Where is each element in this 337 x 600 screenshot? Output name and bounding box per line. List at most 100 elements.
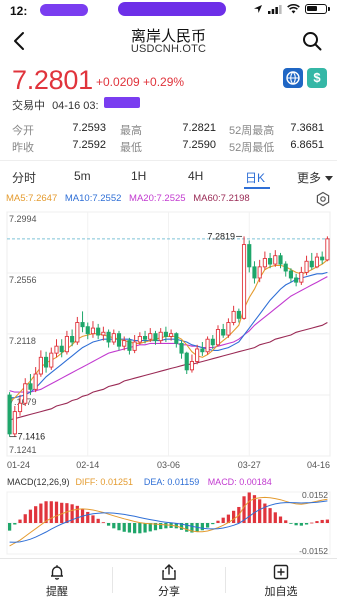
tab-1h[interactable]: 1H <box>131 169 146 183</box>
macd-bar <box>200 523 204 531</box>
candle-body <box>163 331 168 337</box>
kline-chart[interactable]: 7.2994 7.2556 7.2118 7.1679 7.1241 01-24 02-14… <box>0 204 337 556</box>
status-time: 12: <box>10 4 28 18</box>
macd-bar <box>112 523 116 529</box>
redaction-mark <box>118 2 226 16</box>
candle-body <box>90 327 96 335</box>
macd-bar <box>44 501 48 523</box>
search-icon[interactable] <box>301 30 323 52</box>
tab-4h[interactable]: 4H <box>188 169 203 183</box>
candle-body <box>268 258 273 265</box>
macd-bar <box>232 510 236 523</box>
tab-5m[interactable]: 5m <box>74 169 91 183</box>
trade-status: 交易中 04-16 03: <box>12 97 99 113</box>
stat-high-value: 7.2821 <box>182 122 216 134</box>
top-nav: 离岸人民币 USDCNH.OTC <box>0 22 337 62</box>
stat-prev-close-value: 7.2592 <box>72 139 106 151</box>
globe-icon[interactable] <box>283 68 303 88</box>
candle-body <box>273 255 278 265</box>
candle-body <box>205 338 210 353</box>
ma10-value: MA10:7.2552 <box>64 193 122 204</box>
macd-bar <box>273 512 277 523</box>
candle-body <box>262 258 267 268</box>
candle-body <box>54 345 59 354</box>
candle-body <box>304 260 309 273</box>
share-icon <box>162 564 176 580</box>
kline-chart-svg: 7.29947.25567.21187.16797.124101-24 02-14… <box>6 211 331 556</box>
candle-body <box>33 373 38 390</box>
symbol-code: USDCNH.OTC <box>130 43 207 55</box>
bottom-action-bar: 提醒 分享 加自选 <box>0 558 337 600</box>
candle-body <box>44 356 49 368</box>
candle-body <box>153 333 158 342</box>
macd-bar <box>221 517 225 523</box>
share-label: 分享 <box>158 586 180 598</box>
candle-body <box>189 361 195 371</box>
low-annotation: 7.1416 <box>18 432 46 442</box>
candle-body <box>142 335 148 340</box>
macd-diff-value: DIFF: 0.01251 <box>75 477 133 487</box>
tab-intraday[interactable]: 分时 <box>12 169 36 186</box>
bell-icon <box>51 565 63 580</box>
candle-body <box>257 266 262 279</box>
candle-body <box>148 333 153 340</box>
candle-body <box>299 271 304 283</box>
trade-status-label: 交易中 <box>12 100 45 112</box>
candle-body <box>169 333 174 337</box>
candle-body <box>241 244 247 319</box>
candle-body <box>127 340 132 351</box>
macd-bar <box>325 519 330 523</box>
candle-body <box>294 277 299 283</box>
add-watchlist-label: 加自选 <box>264 586 298 598</box>
stat-high-label: 最高 <box>120 125 142 137</box>
macd-bar <box>216 520 220 523</box>
tab-more[interactable]: 更多 <box>297 169 334 186</box>
candle-body <box>158 331 163 342</box>
candle-body <box>17 402 23 413</box>
redaction-mark <box>104 97 140 108</box>
macd-bar <box>91 515 95 523</box>
caret-down-icon <box>325 175 334 181</box>
location-arrow-icon <box>254 5 262 13</box>
candle-body <box>101 331 106 336</box>
macd-bar <box>294 523 298 526</box>
macd-bar <box>310 522 314 524</box>
candle-body <box>231 310 236 323</box>
macd-bar <box>299 523 303 526</box>
candle-body <box>7 394 12 435</box>
wifi-icon <box>287 4 300 14</box>
candle-body <box>174 333 179 344</box>
candle-body <box>23 383 28 404</box>
signal-icon <box>268 5 282 14</box>
candle-body <box>70 335 75 343</box>
candle-body <box>85 326 90 335</box>
macd-bar <box>7 523 12 531</box>
macd-bar <box>143 523 147 533</box>
dollar-icon[interactable]: $ <box>307 68 327 88</box>
macd-bar <box>133 523 137 534</box>
ma-legend: MA5:7.2647 MA10:7.2552 MA20:7.2525 MA60:… <box>6 193 255 204</box>
macd-bar <box>96 518 100 523</box>
macd-bar <box>34 506 38 523</box>
candle-body <box>236 310 241 319</box>
remind-button[interactable]: 提醒 <box>22 563 92 599</box>
share-button[interactable]: 分享 <box>134 563 204 599</box>
macd-bar <box>106 523 111 526</box>
macd-axis-top: 0.0152 <box>302 490 328 500</box>
candle-body <box>179 342 184 354</box>
macd-bar <box>75 505 79 523</box>
macd-bar <box>86 511 90 523</box>
candle-body <box>137 335 142 343</box>
tab-daily-k[interactable]: 日K <box>245 169 265 186</box>
stat-52w-high-label: 52周最高 <box>229 125 275 137</box>
candle-body <box>28 383 33 390</box>
x-tick-label: 02-14 <box>76 460 99 470</box>
add-watchlist-button[interactable]: 加自选 <box>246 563 316 599</box>
ma20-value: MA20:7.2525 <box>129 193 186 204</box>
divider <box>225 567 226 593</box>
stat-open-value: 7.2593 <box>72 122 106 134</box>
battery-icon <box>305 4 330 14</box>
macd-macd-value: MACD: 0.00184 <box>208 477 272 487</box>
price-change: +0.0209 +0.29% <box>96 75 185 89</box>
candle-body <box>314 256 320 268</box>
